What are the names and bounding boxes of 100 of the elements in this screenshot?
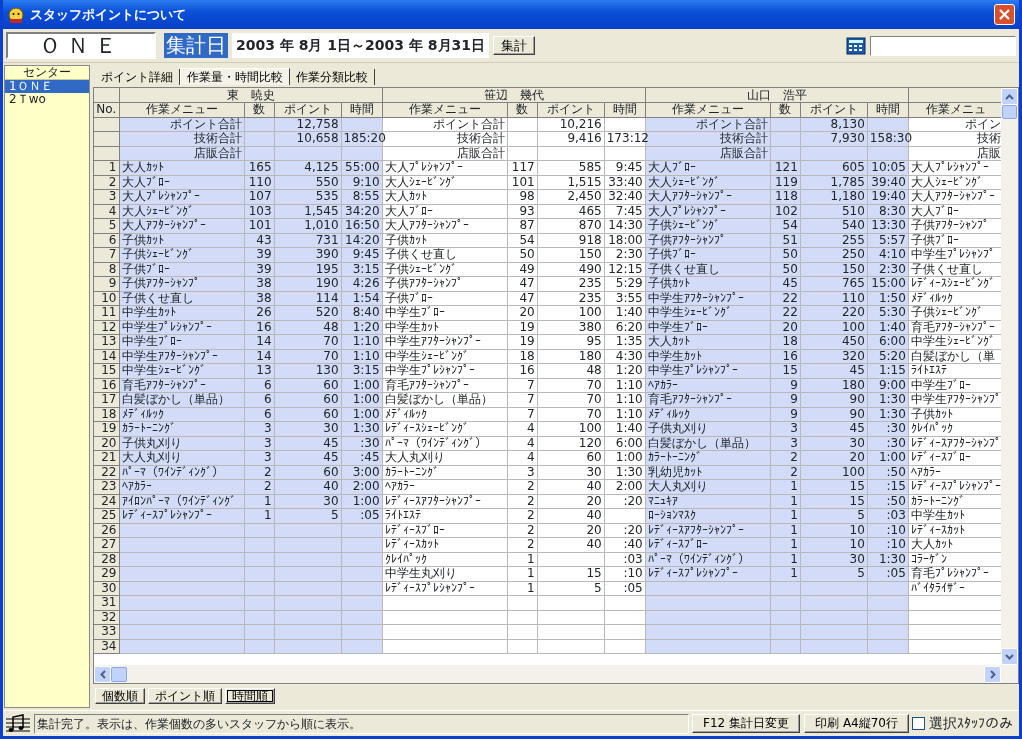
table-cell: 19 xyxy=(507,320,538,335)
table-cell: 1:10 xyxy=(604,378,646,393)
table-cell: 150 xyxy=(537,247,605,262)
table-cell: 店販合計 xyxy=(382,146,508,161)
table-cell: :20 xyxy=(604,494,646,509)
staff-name-header: 東 暁史 xyxy=(119,88,383,103)
table-cell: 大人丸刈り xyxy=(382,450,508,465)
table-cell: 50 xyxy=(507,247,538,262)
table-cell: 4 xyxy=(507,421,538,436)
table-cell: 中学生ｱﾌﾀｰｼｬﾝﾌﾟｰ xyxy=(382,334,508,349)
table-cell: 14:30 xyxy=(604,218,646,233)
table-cell: ﾊﾟｰﾏ（ﾜｲﾝﾃﾞｨﾝｸﾞ） xyxy=(382,436,508,451)
table-cell: 1,515 xyxy=(537,175,605,190)
table-cell: 2 xyxy=(507,494,538,509)
toolbar-button[interactable]: 印刷 A4縦70行 xyxy=(804,714,909,733)
table-cell: 180 xyxy=(537,349,605,364)
sort-button[interactable]: ポイント順 xyxy=(148,687,222,705)
sort-button[interactable]: 個数順 xyxy=(95,687,145,705)
table-cell: 93 xyxy=(507,204,538,219)
table-cell: ｸﾚｲﾊﾟｯｸ xyxy=(382,552,508,567)
table-cell: 19 xyxy=(507,334,538,349)
scroll-thumb[interactable] xyxy=(1002,105,1017,119)
table-cell xyxy=(604,595,646,610)
table-cell: 2 xyxy=(507,537,538,552)
table-cell: 10,216 xyxy=(537,117,605,132)
aggregate-button[interactable]: 集計 xyxy=(493,35,535,56)
table-cell: 40 xyxy=(537,479,605,494)
vertical-scrollbar[interactable] xyxy=(1001,88,1018,665)
list-item[interactable]: 2Ｔwo xyxy=(5,93,89,106)
table-cell: 2 xyxy=(507,479,538,494)
table-cell: ﾚﾃﾞｨｰｽﾌﾞﾛｰ xyxy=(382,523,508,538)
table-cell: 100 xyxy=(537,421,605,436)
table-cell: 32:40 xyxy=(604,189,646,204)
table-cell: 30 xyxy=(537,465,605,480)
table-cell: 54 xyxy=(507,233,538,248)
table-cell xyxy=(537,146,605,161)
horizontal-scrollbar[interactable] xyxy=(94,665,1018,683)
table-cell: ﾚﾃﾞｨｰｽﾌﾟﾚｼｬﾝﾌﾟｰ xyxy=(382,581,508,596)
table-cell: 7 xyxy=(507,392,538,407)
table-cell xyxy=(507,624,538,639)
tab[interactable]: 作業量・時間比較 xyxy=(180,67,290,85)
list-item[interactable]: 1ＯＮＥ xyxy=(5,80,89,93)
sort-button[interactable]: 時間順 xyxy=(225,687,275,705)
table-cell: 7:45 xyxy=(604,204,646,219)
scroll-right-button[interactable] xyxy=(984,665,1001,683)
table-cell: 15 xyxy=(537,566,605,581)
center-name-display: ＯＮＥ xyxy=(6,32,156,59)
staff-name-header: 笹辺 幾代 xyxy=(382,88,646,103)
table-cell xyxy=(537,595,605,610)
table-cell: 4 xyxy=(507,436,538,451)
table-cell: 98 xyxy=(507,189,538,204)
table-cell: 120 xyxy=(537,436,605,451)
table-cell: 3:55 xyxy=(604,291,646,306)
table-cell: 白髪ぼかし（単品） xyxy=(382,392,508,407)
table-cell xyxy=(604,508,646,523)
date-label: 集計日 xyxy=(164,33,228,58)
table-cell: 380 xyxy=(537,320,605,335)
table-cell: 5:29 xyxy=(604,276,646,291)
table-cell: ﾗｲﾄｴｽﾃ xyxy=(382,508,508,523)
table-cell: 子供ﾌﾞﾛｰ xyxy=(382,291,508,306)
close-button[interactable] xyxy=(994,4,1015,25)
calculator-icon[interactable] xyxy=(846,36,866,55)
table-cell: 70 xyxy=(537,378,605,393)
staff-name-header: 山口 浩平 xyxy=(645,88,909,103)
table-cell: 2,450 xyxy=(537,189,605,204)
table-cell: 育毛ｱﾌﾀｰｼｬﾝﾌﾟｰ xyxy=(382,378,508,393)
table-cell: 1:20 xyxy=(604,363,646,378)
table-cell: 中学生丸刈り xyxy=(382,566,508,581)
table-cell: 1:35 xyxy=(604,334,646,349)
table-cell: :03 xyxy=(604,552,646,567)
scroll-left-button[interactable] xyxy=(94,665,111,683)
table-cell xyxy=(537,639,605,654)
table-cell: 490 xyxy=(537,262,605,277)
caret-left-icon xyxy=(99,669,106,679)
table-cell: 中学生ｶｯﾄ xyxy=(382,320,508,335)
selected-staff-only-checkbox[interactable]: 選択ｽﾀｯﾌのみ xyxy=(912,715,1017,732)
table-cell: 1:10 xyxy=(604,407,646,422)
table-cell: 中学生ﾌﾟﾚｼｬﾝﾌﾟｰ xyxy=(382,363,508,378)
table-cell: 2:00 xyxy=(604,479,646,494)
table-cell: 1:40 xyxy=(604,421,646,436)
table-cell: 大人ｶｯﾄ xyxy=(382,189,508,204)
table-cell xyxy=(507,595,538,610)
table-cell: 235 xyxy=(537,291,605,306)
table-cell: ﾍｱｶﾗｰ xyxy=(382,479,508,494)
table-cell: ポイント合計 xyxy=(382,117,508,132)
table-cell: 1:00 xyxy=(604,450,646,465)
table-cell: 100 xyxy=(537,305,605,320)
scroll-down-button[interactable] xyxy=(1001,648,1018,665)
scroll-thumb[interactable] xyxy=(111,666,127,682)
table-cell: 16 xyxy=(507,363,538,378)
toolbar-button[interactable]: F12 集計日変更 xyxy=(692,714,801,733)
table-cell: 子供ｶｯﾄ xyxy=(382,233,508,248)
scroll-up-button[interactable] xyxy=(1001,88,1018,105)
table-cell xyxy=(537,624,605,639)
table-cell: 20 xyxy=(537,494,605,509)
input-field[interactable] xyxy=(870,35,1016,56)
table-cell: 子供ｼｪｰﾋﾞﾝｸﾞ xyxy=(382,262,508,277)
table-cell: 1:10 xyxy=(604,392,646,407)
table-cell: 70 xyxy=(537,407,605,422)
table-cell: 中学生ｼｪｰﾋﾞﾝｸﾞ xyxy=(382,349,508,364)
